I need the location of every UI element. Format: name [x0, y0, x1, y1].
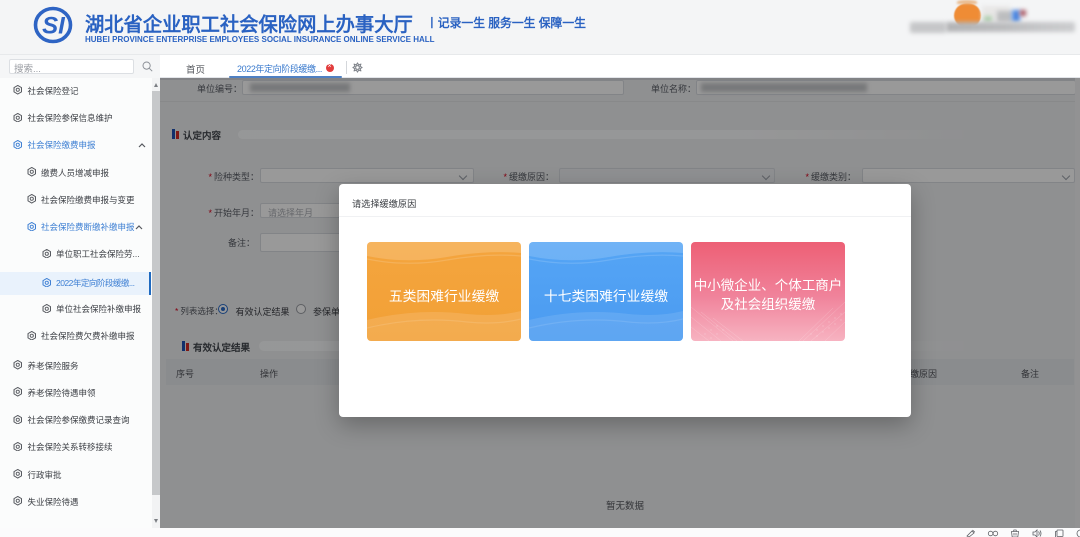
svg-text:SI: SI	[42, 13, 66, 40]
